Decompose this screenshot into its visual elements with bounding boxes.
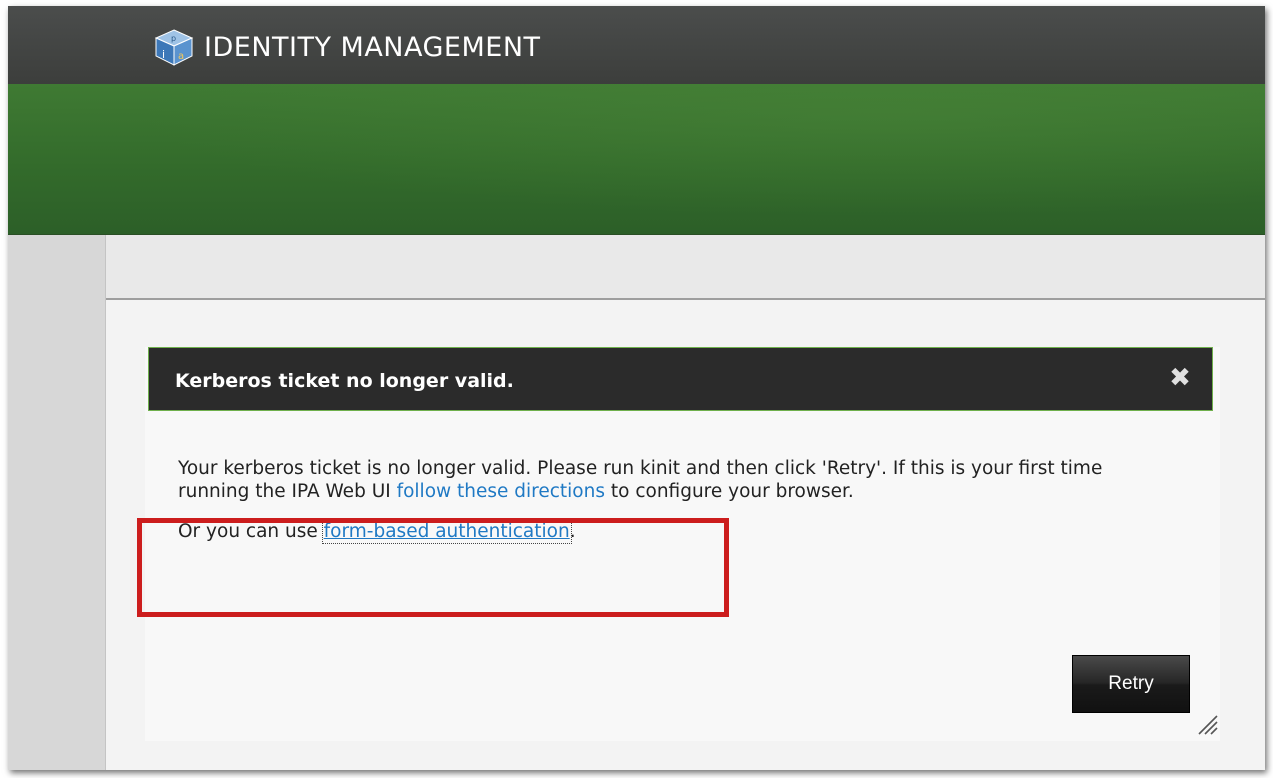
dialog-message: Your kerberos ticket is no longer valid.…: [178, 457, 1168, 544]
dialog-header: Kerberos ticket no longer valid. ✖: [148, 347, 1213, 411]
alt-auth-prefix: Or you can use: [178, 521, 324, 542]
svg-text:a: a: [178, 51, 184, 62]
follow-directions-link[interactable]: follow these directions: [397, 481, 605, 502]
close-icon[interactable]: ✖: [1166, 364, 1194, 392]
resize-grip-icon[interactable]: [1193, 710, 1219, 736]
svg-text:i: i: [162, 48, 165, 61]
alt-auth-suffix: .: [569, 521, 576, 542]
form-based-authentication-link[interactable]: form-based authentication: [321, 519, 572, 544]
header-banner: [8, 84, 1265, 235]
svg-text:p: p: [171, 34, 176, 43]
dialog-title: Kerberos ticket no longer valid.: [175, 370, 514, 392]
left-navigation-column: [8, 235, 106, 770]
kerberos-message-paragraph: Your kerberos ticket is no longer valid.…: [178, 457, 1168, 503]
kerberos-error-dialog: Kerberos ticket no longer valid. ✖ Your …: [145, 347, 1220, 741]
content-toolbar-strip: [106, 235, 1265, 300]
message-text-end: to configure your browser.: [605, 481, 854, 502]
ipa-cube-logo-icon: i a p: [154, 29, 194, 66]
alternate-auth-paragraph: Or you can use form-based authentication…: [178, 519, 1168, 544]
top-header-bar: i a p IDENTITY MANAGEMENT: [8, 6, 1265, 84]
app-title: IDENTITY MANAGEMENT: [204, 32, 541, 63]
retry-button[interactable]: Retry: [1072, 655, 1190, 713]
